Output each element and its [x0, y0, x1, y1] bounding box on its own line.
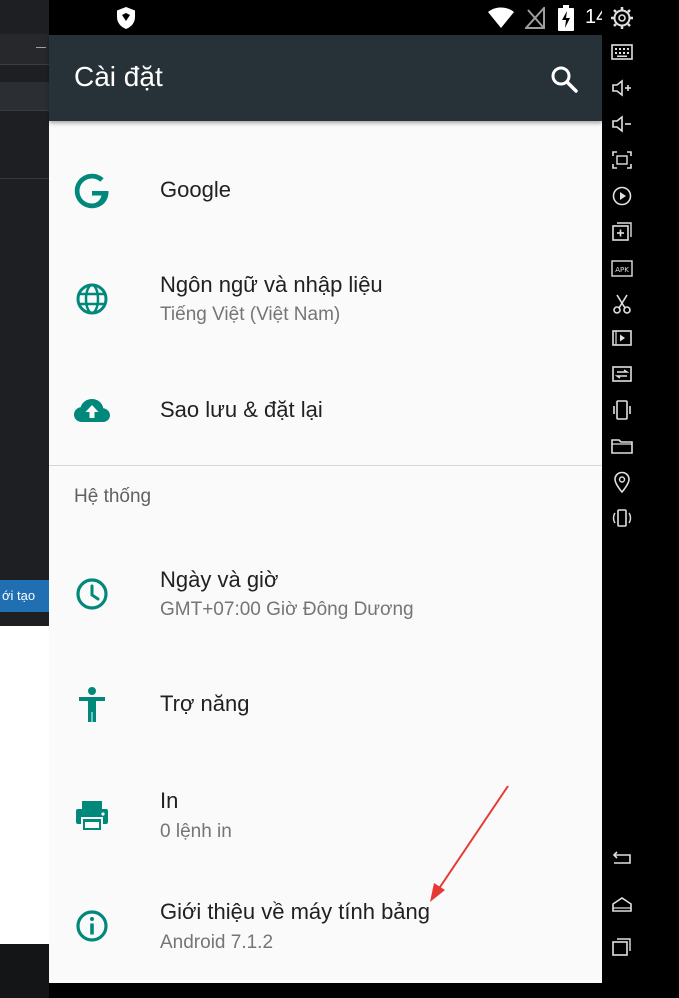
settings-item-about-tablet[interactable]: Giới thiệu về máy tính bảng Android 7.1.… — [49, 881, 602, 981]
recents-icon[interactable] — [610, 934, 634, 958]
rotate-icon[interactable] — [610, 506, 634, 530]
shake-icon[interactable] — [610, 398, 634, 422]
background-row — [0, 82, 49, 111]
settings-item-title: Giới thiệu về máy tính bảng — [160, 899, 431, 924]
settings-item-date-time[interactable]: Ngày và giờ GMT+07:00 Giờ Đông Dương — [49, 541, 602, 651]
settings-item-title: Google — [160, 177, 231, 202]
background-footer — [0, 944, 49, 998]
background-panel — [0, 626, 49, 944]
settings-item-title: In — [160, 788, 179, 813]
settings-item-google[interactable]: Google — [49, 141, 602, 241]
no-signal-icon — [525, 7, 545, 29]
folder-icon[interactable] — [610, 434, 634, 458]
search-icon[interactable] — [549, 64, 579, 94]
video-icon[interactable] — [610, 326, 634, 350]
info-icon — [76, 910, 108, 942]
page-title: Cài đặt — [74, 61, 163, 92]
keyboard-icon[interactable] — [610, 40, 634, 64]
svg-text:APK: APK — [615, 266, 629, 274]
scissors-icon[interactable] — [610, 292, 634, 316]
background-titlebar — [0, 34, 49, 65]
background-create-button[interactable]: ới tạo — [0, 580, 51, 612]
settings-item-subtitle: Tiếng Việt (Việt Nam) — [160, 304, 341, 325]
wifi-icon — [488, 7, 514, 28]
apk-install-icon[interactable]: APK — [610, 256, 634, 280]
back-icon[interactable] — [610, 846, 634, 870]
battery-charging-icon — [558, 5, 574, 31]
accessibility-icon — [79, 687, 105, 722]
printer-icon — [76, 801, 108, 832]
volume-up-icon[interactable] — [610, 76, 634, 100]
add-window-icon[interactable] — [610, 220, 634, 244]
volume-down-icon[interactable] — [610, 112, 634, 136]
settings-item-title: Ngôn ngữ và nhập liệu — [160, 272, 383, 297]
settings-item-subtitle: GMT+07:00 Giờ Đông Dương — [160, 599, 414, 620]
app-bar: Cài đặt — [49, 35, 602, 121]
background-row — [0, 126, 49, 179]
background-window: ới tạo — [0, 0, 51, 998]
settings-item-subtitle: Android 7.1.2 — [160, 932, 274, 953]
settings-gear-icon[interactable] — [610, 6, 634, 30]
settings-item-print[interactable]: In 0 lệnh in — [49, 771, 602, 871]
record-icon[interactable] — [610, 184, 634, 208]
settings-item-title: Sao lưu & đặt lại — [160, 397, 323, 422]
sync-icon[interactable] — [610, 362, 634, 386]
settings-item-backup-reset[interactable]: Sao lưu & đặt lại — [49, 361, 602, 461]
section-divider — [49, 465, 602, 466]
settings-item-title: Trợ năng — [160, 691, 250, 716]
clock-icon — [76, 578, 108, 610]
status-bar: 14:55 — [49, 0, 635, 35]
settings-item-subtitle: 0 lệnh in — [160, 821, 232, 842]
section-header: Hệ thống — [74, 486, 152, 507]
shield-icon — [117, 7, 135, 29]
cloud-upload-icon — [74, 399, 110, 422]
settings-item-title: Ngày và giờ — [160, 567, 279, 592]
settings-item-accessibility[interactable]: Trợ năng — [49, 661, 602, 761]
minimize-icon[interactable] — [36, 47, 46, 48]
settings-item-language[interactable]: Ngôn ngữ và nhập liệu Tiếng Việt (Việt N… — [49, 251, 602, 351]
settings-list: Google Ngôn ngữ và nhập liệu Tiếng Việt … — [49, 121, 602, 983]
screenshot-icon[interactable] — [610, 148, 634, 172]
google-icon — [74, 173, 109, 209]
home-icon[interactable] — [610, 892, 634, 916]
bottom-bar — [49, 983, 602, 998]
location-icon[interactable] — [610, 470, 634, 494]
globe-icon — [76, 283, 108, 315]
